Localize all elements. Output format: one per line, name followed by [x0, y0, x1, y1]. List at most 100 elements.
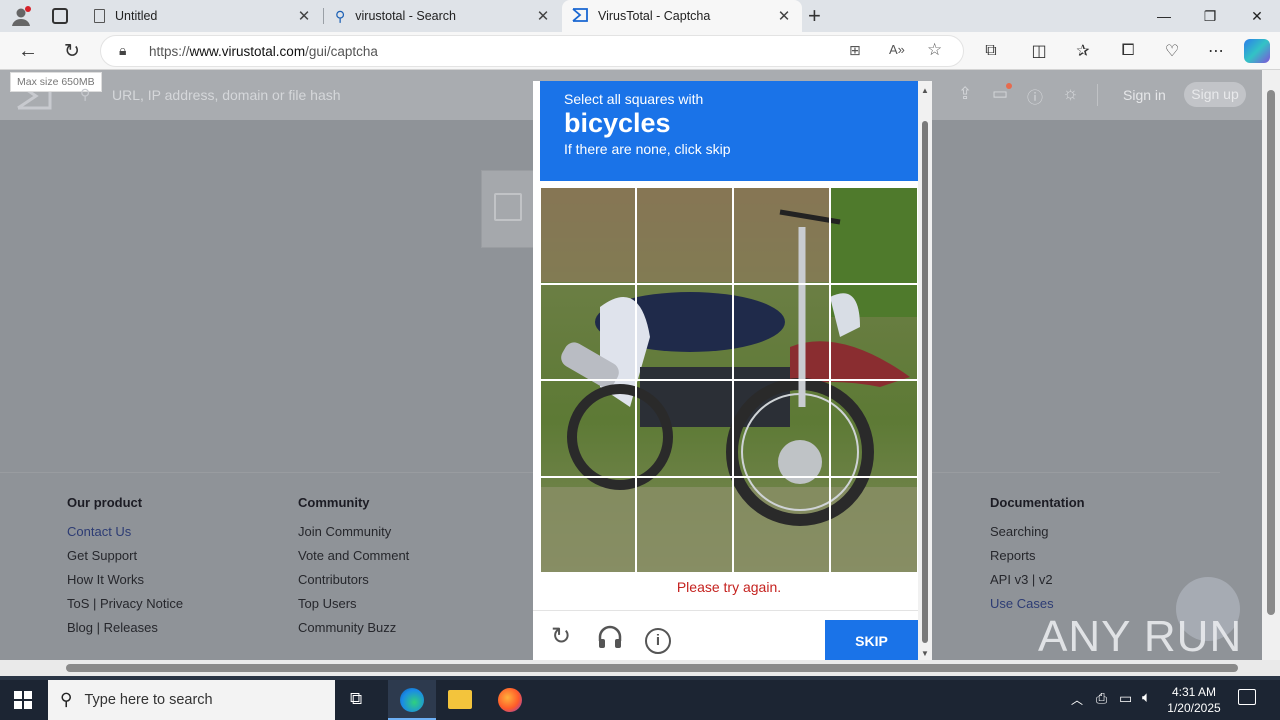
browser-essentials-icon[interactable]: ♡: [1158, 37, 1186, 65]
footer-link-contact-us[interactable]: Contact Us: [67, 520, 183, 544]
captcha-instruction: If there are none, click skip: [564, 141, 731, 157]
copilot-icon[interactable]: [1244, 39, 1270, 63]
sign-up-button[interactable]: Sign up: [1184, 82, 1246, 107]
close-tab-icon[interactable]: ✕: [776, 7, 792, 25]
firefox-icon[interactable]: [498, 688, 522, 712]
footer-link-reports[interactable]: Reports: [990, 544, 1085, 568]
windows-start-icon[interactable]: [14, 691, 32, 709]
edge-taskbar-button[interactable]: [388, 680, 436, 720]
info-icon[interactable]: i: [645, 628, 671, 654]
favorites-icon[interactable]: ✰: [1069, 37, 1097, 65]
captcha-tile[interactable]: [540, 380, 636, 477]
tab-untitled[interactable]: Untitled ✕: [84, 0, 322, 32]
scroll-up-icon[interactable]: ▲: [921, 86, 929, 95]
close-tab-icon[interactable]: ✕: [296, 7, 312, 25]
url-text: https://www.virustotal.com/gui/captcha: [149, 44, 378, 59]
extensions-icon[interactable]: ⧉: [977, 37, 1005, 65]
footer-column-community: Community Join Community Vote and Commen…: [298, 495, 409, 640]
clock[interactable]: 4:31 AM 1/20/2025: [1164, 684, 1224, 716]
vt-search-input[interactable]: URL, IP address, domain or file hash: [112, 87, 341, 103]
refresh-icon[interactable]: ↻: [58, 37, 86, 65]
page-horizontal-scrollbar[interactable]: [0, 660, 1280, 676]
footer-link-searching[interactable]: Searching: [990, 520, 1085, 544]
skip-button[interactable]: SKIP: [825, 620, 918, 661]
captcha-tile[interactable]: [733, 187, 830, 284]
taskbar-search-placeholder: Type here to search: [84, 692, 213, 708]
footer-heading: Documentation: [990, 495, 1085, 510]
captcha-tile[interactable]: [540, 477, 636, 573]
tab-actions-icon[interactable]: [52, 8, 68, 24]
footer-link-api[interactable]: API v3 | v2: [990, 568, 1085, 592]
meet-now-icon[interactable]: ⎙: [1096, 690, 1107, 707]
notifications-icon[interactable]: [1238, 689, 1256, 705]
scroll-down-icon[interactable]: ▼: [921, 649, 929, 658]
captcha-tile[interactable]: [540, 187, 636, 284]
captcha-tile[interactable]: [636, 187, 733, 284]
captcha-tile[interactable]: [636, 284, 733, 380]
footer-link-how-it-works[interactable]: How It Works: [67, 568, 183, 592]
lock-icon: 🔒︎: [119, 42, 127, 58]
footer-link-vote-comment[interactable]: Vote and Comment: [298, 544, 409, 568]
captcha-scrollbar[interactable]: ▲ ▼: [918, 81, 932, 661]
audio-challenge-icon[interactable]: [597, 625, 623, 649]
captcha-tile[interactable]: [540, 284, 636, 380]
captcha-error-message: Please try again.: [676, 579, 782, 595]
captcha-tile[interactable]: [636, 380, 733, 477]
restore-button[interactable]: ❐: [1187, 0, 1233, 32]
tab-virustotal-captcha[interactable]: VirusTotal - Captcha ✕: [562, 0, 802, 32]
notification-dot: [1006, 83, 1012, 89]
captcha-tile[interactable]: [733, 477, 830, 573]
profile-icon[interactable]: [10, 5, 32, 27]
more-menu-icon[interactable]: ⋯: [1202, 37, 1230, 65]
back-icon[interactable]: ←: [14, 37, 42, 65]
tab-virustotal-search[interactable]: ⚲ virustotal - Search ✕: [325, 0, 561, 32]
footer-link-blog-releases[interactable]: Blog | Releases: [67, 616, 183, 640]
tab-strip: Untitled ✕ ⚲ virustotal - Search ✕ Virus…: [0, 0, 1280, 32]
favorite-star-icon[interactable]: ☆: [927, 40, 942, 60]
network-icon[interactable]: ▭: [1119, 690, 1132, 707]
captcha-tile[interactable]: [830, 284, 918, 380]
search-icon: ⚲: [60, 690, 73, 709]
split-screen-icon[interactable]: ◫: [1025, 37, 1053, 65]
scroll-thumb[interactable]: [1267, 90, 1275, 615]
reload-icon[interactable]: ↻: [551, 625, 571, 649]
read-aloud-icon[interactable]: A»: [889, 42, 905, 57]
close-window-button[interactable]: ✕: [1234, 0, 1280, 32]
footer-link-top-users[interactable]: Top Users: [298, 592, 409, 616]
taskbar-search-box[interactable]: ⚲ Type here to search: [48, 680, 335, 720]
windows-taskbar: ⚲ Type here to search ⧉ ︿ ⎙ ▭ 🔈︎ 4:31 AM…: [0, 680, 1280, 720]
recaptcha-checkbox[interactable]: [494, 193, 522, 221]
scroll-thumb[interactable]: [922, 121, 928, 643]
minimize-button[interactable]: —: [1141, 0, 1187, 32]
sign-in-link[interactable]: Sign in: [1123, 87, 1166, 103]
footer-link-community-buzz[interactable]: Community Buzz: [298, 616, 409, 640]
app-available-icon[interactable]: ⊞: [849, 42, 861, 59]
theme-sun-icon[interactable]: ☼: [1062, 83, 1079, 104]
captcha-tile[interactable]: [830, 477, 918, 573]
footer-column-documentation: Documentation Searching Reports API v3 |…: [990, 495, 1085, 616]
close-tab-icon[interactable]: ✕: [535, 7, 551, 25]
file-explorer-icon[interactable]: [448, 690, 472, 709]
virustotal-icon: [572, 7, 588, 25]
captcha-tile[interactable]: [733, 380, 830, 477]
tray-chevron-icon[interactable]: ︿: [1071, 691, 1083, 708]
volume-icon[interactable]: 🔈︎: [1142, 689, 1151, 706]
task-view-icon[interactable]: ⧉: [350, 689, 362, 709]
clock-time: 4:31 AM: [1171, 685, 1217, 699]
captcha-tile[interactable]: [733, 284, 830, 380]
new-tab-button[interactable]: +: [808, 3, 821, 29]
upload-icon[interactable]: ⇪: [958, 84, 972, 104]
scroll-thumb[interactable]: [66, 664, 1238, 672]
collections-icon[interactable]: ⧠: [1114, 37, 1142, 65]
footer-link-tos-privacy[interactable]: ToS | Privacy Notice: [67, 592, 183, 616]
footer-link-get-support[interactable]: Get Support: [67, 544, 183, 568]
anyrun-watermark: ANY RUN: [1038, 612, 1243, 661]
footer-link-join-community[interactable]: Join Community: [298, 520, 409, 544]
footer-link-contributors[interactable]: Contributors: [298, 568, 409, 592]
help-icon[interactable]: ⓘ: [1027, 84, 1043, 108]
address-bar[interactable]: 🔒︎ https://www.virustotal.com/gui/captch…: [100, 35, 964, 67]
captcha-tile[interactable]: [636, 477, 733, 573]
page-vertical-scrollbar[interactable]: [1262, 70, 1280, 660]
captcha-tile[interactable]: [830, 187, 918, 284]
captcha-tile[interactable]: [830, 380, 918, 477]
